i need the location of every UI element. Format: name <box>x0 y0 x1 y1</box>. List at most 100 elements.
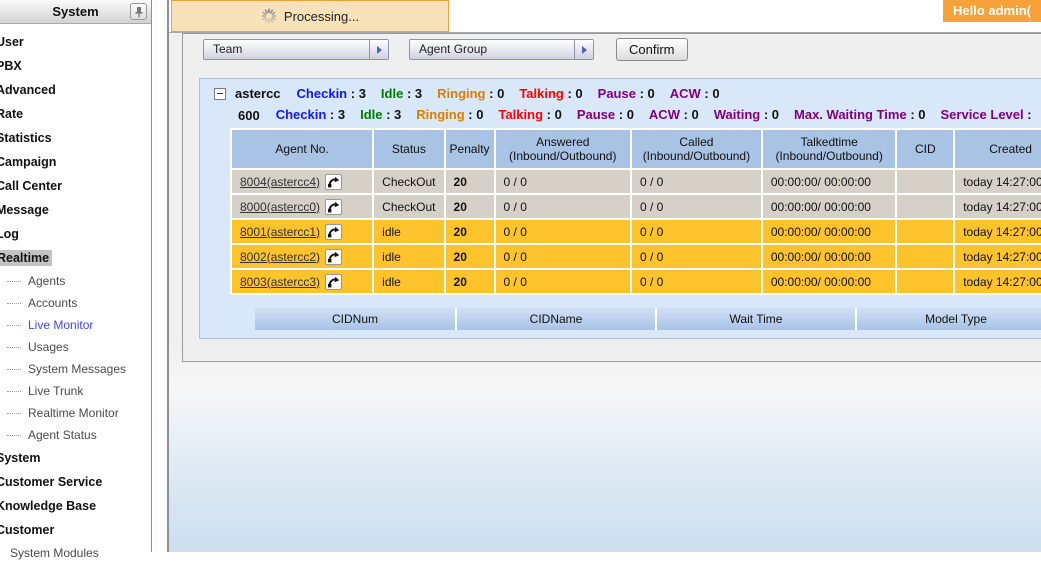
chevron-right-icon[interactable] <box>369 40 388 59</box>
answered-cell: 0 / 0 <box>496 270 630 293</box>
sidebar-item-label: Campaign <box>0 155 56 169</box>
sidebar-item-accounts[interactable]: Accounts <box>0 292 151 314</box>
stat-separator: : <box>615 107 627 122</box>
call-pickup-icon[interactable] <box>325 224 342 240</box>
call-pickup-icon[interactable] <box>325 174 342 190</box>
sidebar-item-realtime-monitor[interactable]: Realtime Monitor <box>0 402 151 424</box>
stat-value: 0 <box>497 86 504 101</box>
status-cell: idle <box>374 270 443 293</box>
chevron-right-icon[interactable] <box>574 40 593 59</box>
stat-label: ACW <box>649 107 680 122</box>
call-pickup-icon[interactable] <box>325 274 342 290</box>
talkedtime-cell: 00:00:00/ 00:00:00 <box>763 220 896 243</box>
cid-cell <box>897 170 953 193</box>
collapse-icon[interactable] <box>214 88 226 100</box>
cid-cell <box>897 195 953 218</box>
sidebar-header: System <box>0 0 151 24</box>
stat-service-level: Service Level : <box>941 107 1036 122</box>
sidebar-item-realtime[interactable]: Realtime <box>0 246 151 270</box>
created-cell: today 14:27:00 <box>955 270 1041 293</box>
stat-value: 0 <box>476 107 483 122</box>
agent-link[interactable]: 8003(astercc3) <box>240 275 320 289</box>
sidebar-item-advanced[interactable]: Advanced <box>0 78 151 102</box>
sidebar-item-system-messages[interactable]: System Messages <box>0 358 151 380</box>
stat-idle: Idle : 3 <box>360 107 401 122</box>
sidebar-item-system[interactable]: System <box>0 446 151 470</box>
sidebar-item-statistics[interactable]: Statistics <box>0 126 151 150</box>
agent-link[interactable]: 8001(astercc1) <box>240 225 320 239</box>
call-column-header-model-type: Model Type <box>855 308 1041 330</box>
stat-separator: : <box>403 86 415 101</box>
sidebar-item-label: Statistics <box>0 131 52 145</box>
sidebar-item-live-trunk[interactable]: Live Trunk <box>0 380 151 402</box>
call-pickup-icon[interactable] <box>325 199 342 215</box>
stat-max-waiting-time: Max. Waiting Time : 0 <box>794 107 925 122</box>
penalty-cell: 20 <box>446 220 494 243</box>
sidebar-item-knowledge-base[interactable]: Knowledge Base <box>0 494 151 518</box>
stat-value: 3 <box>394 107 401 122</box>
stat-value: 3 <box>359 86 366 101</box>
called-cell: 0 / 0 <box>632 245 761 268</box>
status-cell: idle <box>374 245 443 268</box>
stat-separator: : <box>543 107 555 122</box>
sidebar-item-agent-status[interactable]: Agent Status <box>0 424 151 446</box>
sidebar-item-label: System <box>0 451 40 465</box>
sidebar-item-agents[interactable]: Agents <box>0 270 151 292</box>
sidebar-item-campaign[interactable]: Campaign <box>0 150 151 174</box>
sidebar-item-usages[interactable]: Usages <box>0 336 151 358</box>
stat-separator: : <box>347 86 359 101</box>
call-column-header-cidname: CIDName <box>455 308 655 330</box>
stat-separator: : <box>382 107 394 122</box>
call-column-header-wait-time: Wait Time <box>655 308 855 330</box>
column-header-status: Status <box>374 130 443 168</box>
panel-splitter[interactable] <box>153 0 167 552</box>
agent-group-dropdown[interactable]: Agent Group <box>409 39 594 60</box>
sidebar-item-rate[interactable]: Rate <box>0 102 151 126</box>
column-header-agent-no: Agent No. <box>232 130 372 168</box>
sidebar-item-message[interactable]: Message <box>0 198 151 222</box>
stat-separator: : <box>486 86 498 101</box>
sidebar-item-log[interactable]: Log <box>0 222 151 246</box>
stat-label: Idle <box>381 86 403 101</box>
sidebar-item-customer[interactable]: Customer <box>0 518 151 542</box>
sidebar-item-system-modules[interactable]: System Modules <box>0 542 151 564</box>
agent-row-8004-astercc4: 8004(astercc4)CheckOut200 / 00 / 000:00:… <box>232 170 1041 193</box>
created-cell: today 14:27:00 <box>955 245 1041 268</box>
call-pickup-icon[interactable] <box>325 249 342 265</box>
stat-pause: Pause : 0 <box>598 86 655 101</box>
sidebar-item-label: Live Monitor <box>28 318 93 332</box>
column-header-talkedtime: Talkedtime (Inbound/Outbound) <box>763 130 896 168</box>
sidebar-item-label: Agent Status <box>28 428 97 442</box>
sidebar-item-pbx[interactable]: PBX <box>0 54 151 78</box>
sidebar-item-customer-service[interactable]: Customer Service <box>0 470 151 494</box>
called-cell: 0 / 0 <box>632 270 761 293</box>
sidebar-item-label: Advanced <box>0 83 56 97</box>
team-dropdown[interactable]: Team <box>203 39 389 60</box>
agent-link[interactable]: 8004(astercc4) <box>240 175 320 189</box>
sidebar-item-label: User <box>0 35 24 49</box>
stat-talking: Talking : 0 <box>498 107 561 122</box>
column-header-answered: Answered (Inbound/Outbound) <box>496 130 630 168</box>
confirm-button[interactable]: Confirm <box>616 38 688 61</box>
agent-table-body: 8004(astercc4)CheckOut200 / 00 / 000:00:… <box>232 170 1041 293</box>
sidebar-title: System <box>52 4 98 19</box>
agent-link[interactable]: 8000(astercc0) <box>240 200 320 214</box>
processing-banner: Processing... <box>171 0 449 32</box>
sidebar-item-user[interactable]: User <box>0 30 151 54</box>
stat-label: Checkin <box>297 86 348 101</box>
pin-icon[interactable] <box>130 3 147 20</box>
stat-value: 0 <box>555 107 562 122</box>
sidebar-item-label: Live Trunk <box>28 384 83 398</box>
sidebar-item-live-monitor[interactable]: Live Monitor <box>0 314 151 336</box>
stat-ringing: Ringing : 0 <box>416 107 483 122</box>
stat-label: Pause <box>577 107 615 122</box>
sidebar-item-call-center[interactable]: Call Center <box>0 174 151 198</box>
stat-label: Talking <box>498 107 543 122</box>
status-cell: idle <box>374 220 443 243</box>
stat-separator: : <box>760 107 772 122</box>
sidebar-item-label: Call Center <box>0 179 62 193</box>
agent-link[interactable]: 8002(astercc2) <box>240 250 320 264</box>
stat-pause: Pause : 0 <box>577 107 634 122</box>
created-cell: today 14:27:00 <box>955 220 1041 243</box>
sidebar-item-label: PBX <box>0 59 22 73</box>
